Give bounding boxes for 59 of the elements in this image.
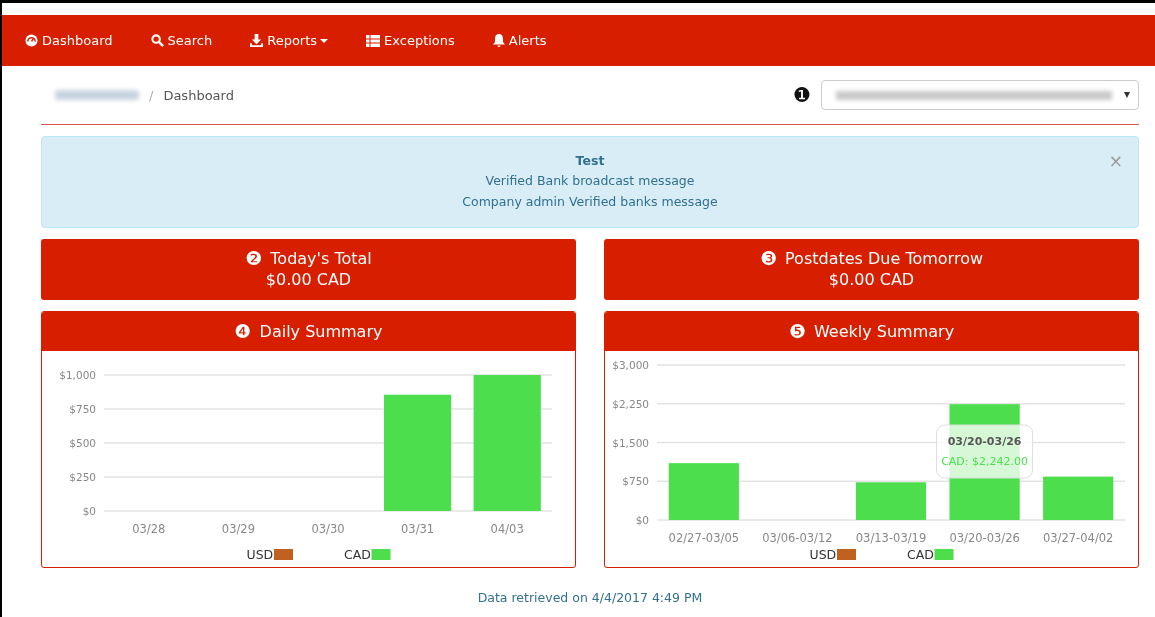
y-axis-label: $750 xyxy=(622,475,649,488)
x-axis-label: 03/27-04/02 xyxy=(1043,531,1114,545)
x-axis-label: 03/30 xyxy=(311,522,345,536)
tooltip-value: CAD: $2,242.00 xyxy=(941,455,1029,468)
gauge-icon xyxy=(25,34,38,47)
nav-link[interactable]: Dashboard xyxy=(22,27,131,54)
y-axis-label: $2,250 xyxy=(612,397,649,410)
y-axis-label: $1,500 xyxy=(612,436,649,449)
panel-title: Daily Summary xyxy=(259,322,383,341)
nav-link[interactable]: Exceptions xyxy=(363,27,473,54)
bar xyxy=(668,463,739,520)
breadcrumb-separator: / xyxy=(149,87,154,103)
x-axis-label: 03/28 xyxy=(132,522,166,536)
number-label: ❹ xyxy=(234,322,252,341)
bar xyxy=(855,482,927,520)
legend-label: CAD xyxy=(344,547,371,562)
breadcrumb-current: Dashboard xyxy=(163,87,234,103)
nav-link[interactable]: Search xyxy=(147,27,231,54)
x-axis-label: 03/06-03/12 xyxy=(762,531,833,545)
blurred-breadcrumb-link[interactable] xyxy=(55,90,139,100)
company-select[interactable] xyxy=(821,80,1139,110)
x-axis-label: 03/13-03/19 xyxy=(855,531,927,545)
panel-title: Weekly Summary xyxy=(813,322,955,341)
nav-link[interactable]: Reports xyxy=(247,27,347,54)
alert-message: Company admin Verified banks message xyxy=(461,194,719,210)
y-axis-label: $500 xyxy=(69,437,96,449)
y-axis-label: $250 xyxy=(69,471,96,483)
tooltip-title: 03/20-03/26 xyxy=(947,435,1022,448)
card-title: Postdates Due Tomorrow xyxy=(785,248,983,268)
x-axis-label: 04/03 xyxy=(490,522,524,536)
table-icon xyxy=(366,34,381,47)
card-title: Today's Total xyxy=(270,248,372,268)
number-label: ❺ xyxy=(788,322,806,341)
alert-message: Verified Bank broadcast message xyxy=(484,173,696,189)
download-icon xyxy=(250,34,264,47)
legend-label: USD xyxy=(809,547,837,562)
y-axis-label: $1,000 xyxy=(59,369,96,381)
y-axis-label: $0 xyxy=(82,505,96,517)
x-axis-label: 03/31 xyxy=(401,522,435,536)
alert-title: Test xyxy=(575,153,605,168)
x-axis-label: 02/27-03/05 xyxy=(668,531,739,545)
bell-icon xyxy=(492,34,505,47)
number-label: ❷ xyxy=(245,248,263,268)
x-axis-label: 03/20-03/26 xyxy=(949,531,1020,545)
card-amount: $0.00 CAD xyxy=(265,270,352,289)
nav-link[interactable]: Alerts xyxy=(489,27,565,54)
x-axis-label: 03/29 xyxy=(221,522,255,536)
footer-text: Data retrieved on 4/4/2017 4:49 PM xyxy=(477,590,703,605)
y-axis-label: $0 xyxy=(635,514,649,526)
number-label: ❶ xyxy=(793,85,811,105)
number-label: ❸ xyxy=(760,248,778,268)
card-amount: $0.00 CAD xyxy=(828,270,915,289)
y-axis-label: $750 xyxy=(69,403,96,415)
legend-label: USD xyxy=(246,547,274,562)
legend-label: CAD xyxy=(907,547,934,562)
caret-icon xyxy=(1124,92,1130,98)
search-icon xyxy=(150,34,164,47)
bar xyxy=(1043,476,1114,520)
y-axis-label: $3,000 xyxy=(612,359,649,371)
